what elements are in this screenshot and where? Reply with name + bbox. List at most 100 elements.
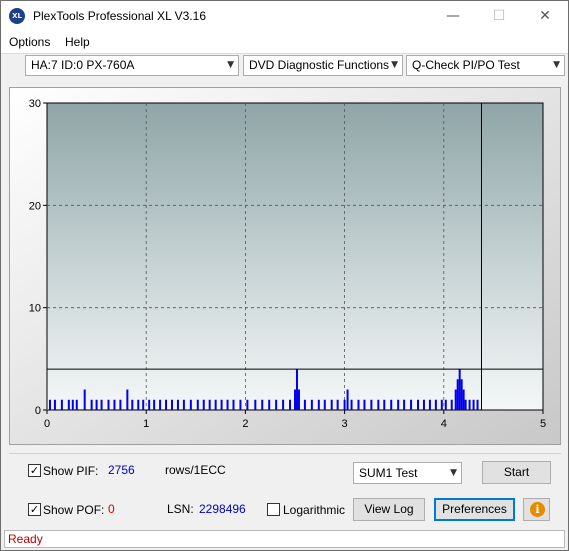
pif-bar	[476, 399, 479, 410]
pif-bar	[246, 399, 249, 410]
title-bar: XL PlexTools Professional XL V3.16 — ☐ ✕	[1, 1, 568, 31]
pif-bar	[60, 399, 63, 410]
test-select[interactable]: Q-Check PI/PO Test ▼	[406, 55, 565, 76]
pif-bar	[410, 399, 413, 410]
test-select-value: Q-Check PI/PO Test	[412, 58, 520, 72]
pif-bar	[363, 399, 366, 410]
show-pif-label: Show PIF:	[43, 464, 99, 478]
pof-value: 0	[108, 502, 115, 516]
function-select-value: DVD Diagnostic Functions	[249, 58, 390, 72]
show-pof-checkbox[interactable]: ✓	[28, 503, 41, 516]
pif-bar	[289, 399, 292, 410]
pif-bar	[450, 399, 453, 410]
pif-bar	[275, 399, 278, 410]
pif-bar	[294, 389, 296, 410]
toolbar-divider	[1, 53, 568, 54]
window-title: PlexTools Professional XL V3.16	[33, 9, 206, 23]
pif-bar	[148, 399, 151, 410]
plot-area	[46, 102, 544, 411]
chart-panel: 0 1 2 3 4 5 0 10 20 30	[9, 87, 561, 445]
pif-bar	[462, 389, 465, 410]
pif-bar	[295, 369, 298, 410]
drive-select-value: HA:7 ID:0 PX-760A	[31, 58, 135, 72]
drive-select[interactable]: HA:7 ID:0 PX-760A ▼	[25, 55, 239, 76]
function-select[interactable]: DVD Diagnostic Functions ▼	[243, 55, 403, 76]
pif-bar	[67, 399, 70, 410]
maximize-button[interactable]: ☐	[476, 1, 522, 31]
lsn-value: 2298496	[199, 502, 246, 516]
pif-bar	[131, 399, 134, 410]
x-tick-label: 0	[44, 418, 50, 430]
pif-bar	[350, 399, 353, 410]
pif-bar	[189, 399, 192, 410]
pif-bar	[75, 399, 78, 410]
pif-bar	[239, 399, 242, 410]
pif-bar	[357, 399, 360, 410]
status-bar: Ready	[4, 530, 565, 548]
sum-test-select[interactable]: SUM1 Test ▼	[353, 462, 462, 484]
x-tick-label: 3	[342, 418, 348, 430]
app-window: XL PlexTools Professional XL V3.16 — ☐ ✕…	[0, 0, 569, 551]
pif-bar	[390, 399, 393, 410]
controls-divider	[9, 453, 561, 454]
pif-bar	[202, 399, 205, 410]
pif-bar	[297, 389, 300, 410]
pif-bar	[346, 389, 349, 410]
pif-unit: rows/1ECC	[165, 463, 226, 477]
pif-bar	[444, 399, 447, 410]
y-tick-label: 30	[29, 98, 41, 110]
pif-bar	[214, 399, 217, 410]
chevron-down-icon: ▼	[391, 60, 398, 70]
pif-bar	[95, 399, 98, 410]
pif-bar	[261, 399, 264, 410]
pif-bar	[196, 399, 199, 410]
pif-bar	[458, 369, 461, 410]
menu-bar: Options Help	[1, 31, 568, 53]
logarithmic-checkbox[interactable]	[267, 503, 280, 516]
pif-bar	[428, 399, 431, 410]
x-tick-label: 1	[143, 418, 149, 430]
pif-bar	[434, 399, 437, 410]
pif-bar	[343, 399, 346, 410]
sum-test-select-value: SUM1 Test	[359, 466, 418, 480]
pif-bar	[220, 399, 223, 410]
pif-bar	[468, 399, 471, 410]
menu-help[interactable]: Help	[65, 35, 90, 49]
pif-bar	[165, 399, 168, 410]
pif-bar	[137, 399, 140, 410]
pif-bar	[403, 399, 406, 410]
pif-bar	[53, 399, 56, 410]
x-tick-label: 2	[242, 418, 248, 430]
x-tick-label: 5	[540, 418, 546, 430]
preferences-button[interactable]: Preferences	[434, 498, 515, 521]
pif-bar	[454, 389, 457, 410]
pif-bar	[383, 399, 386, 410]
view-log-button[interactable]: View Log	[353, 498, 425, 521]
app-logo-icon: XL	[9, 8, 25, 24]
pif-bar	[153, 399, 156, 410]
y-tick-label: 0	[35, 405, 41, 417]
chevron-down-icon: ▼	[227, 60, 234, 70]
show-pif-checkbox[interactable]: ✓	[28, 464, 41, 477]
pif-bar	[330, 399, 333, 410]
status-text: Ready	[8, 532, 43, 546]
pif-bar	[254, 399, 257, 410]
y-tick-label: 10	[29, 303, 41, 315]
pif-bar	[159, 399, 162, 410]
pif-bar	[440, 399, 443, 410]
info-button[interactable]: i	[523, 498, 550, 521]
info-icon: i	[530, 502, 545, 517]
pif-bar	[83, 389, 86, 410]
pif-bar	[282, 399, 285, 410]
menu-options[interactable]: Options	[9, 35, 50, 49]
pif-bar	[71, 399, 74, 410]
pif-bar	[310, 399, 313, 410]
pif-bar	[208, 399, 211, 410]
minimize-button[interactable]: —	[430, 1, 476, 31]
start-button[interactable]: Start	[482, 461, 551, 484]
pif-bar	[119, 399, 122, 410]
pif-bar	[336, 399, 339, 410]
close-button[interactable]: ✕	[522, 1, 568, 31]
chevron-down-icon: ▼	[450, 468, 457, 478]
pif-bar	[90, 399, 93, 410]
